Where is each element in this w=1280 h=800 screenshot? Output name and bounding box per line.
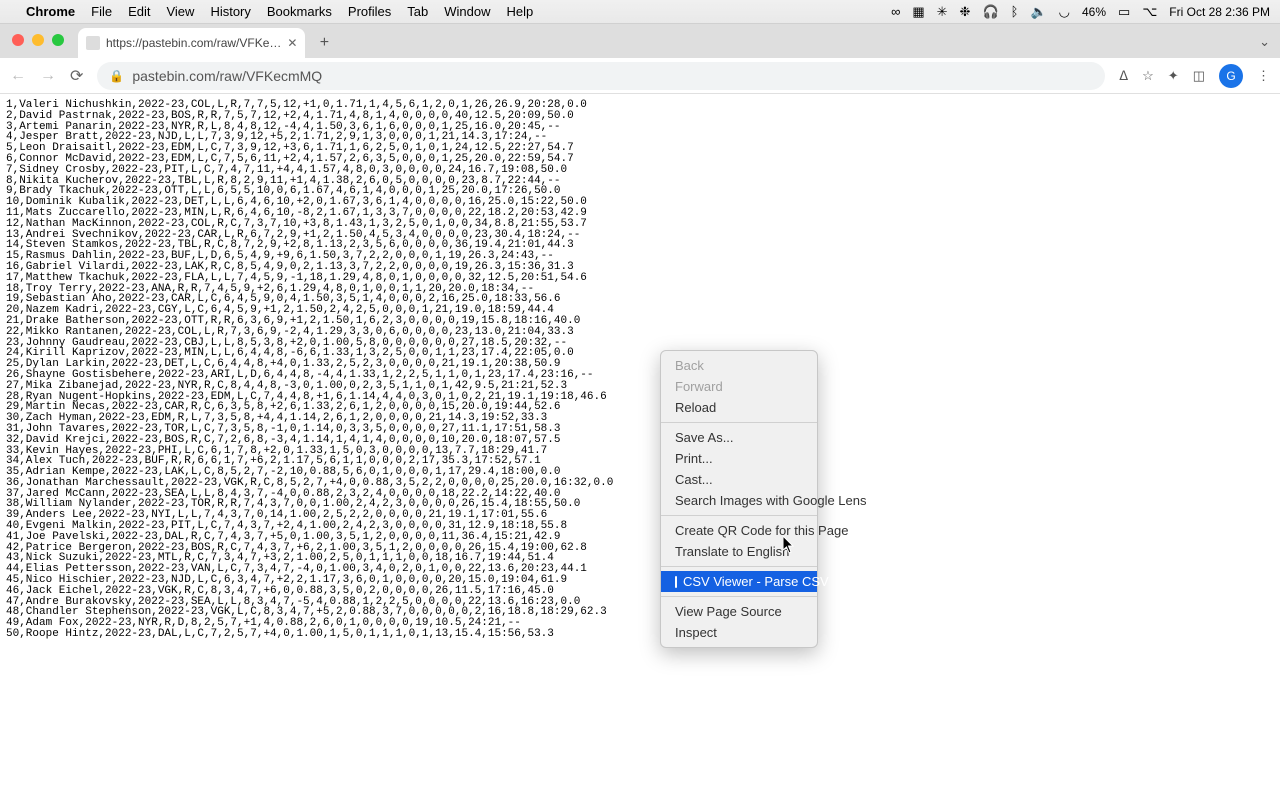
context-back[interactable]: Back bbox=[661, 355, 817, 376]
context-csv-viewer-label: CSV Viewer - Parse CSV bbox=[683, 574, 829, 589]
tab-overflow-icon[interactable]: ⌄ bbox=[1259, 34, 1270, 50]
browser-tab[interactable]: https://pastebin.com/raw/VFKe… ✕ bbox=[78, 28, 305, 58]
new-tab-button[interactable]: + bbox=[311, 30, 337, 56]
lock-icon: 🔒 bbox=[109, 69, 124, 83]
context-separator bbox=[661, 596, 817, 597]
extension-icon bbox=[675, 576, 677, 588]
grid-icon[interactable]: ▦ bbox=[912, 4, 924, 20]
tab-favicon bbox=[86, 36, 100, 50]
tab-close-icon[interactable]: ✕ bbox=[287, 36, 297, 50]
menubar-history[interactable]: History bbox=[210, 4, 250, 19]
control-center-icon[interactable]: ⌥ bbox=[1142, 4, 1157, 20]
chrome-menu-icon[interactable]: ⋮ bbox=[1257, 68, 1270, 84]
context-search-images[interactable]: Search Images with Google Lens bbox=[661, 490, 817, 511]
menubar-bookmarks[interactable]: Bookmarks bbox=[267, 4, 332, 19]
context-inspect[interactable]: Inspect bbox=[661, 622, 817, 643]
context-cast[interactable]: Cast... bbox=[661, 469, 817, 490]
context-csv-viewer[interactable]: CSV Viewer - Parse CSV bbox=[661, 571, 817, 592]
context-view-source[interactable]: View Page Source bbox=[661, 601, 817, 622]
settings-gear-icon[interactable]: ✳ bbox=[937, 4, 948, 20]
sidepanel-icon[interactable]: ◫ bbox=[1193, 68, 1205, 84]
context-separator bbox=[661, 515, 817, 516]
window-close-button[interactable] bbox=[12, 34, 24, 46]
context-forward[interactable]: Forward bbox=[661, 376, 817, 397]
window-controls bbox=[12, 34, 64, 46]
csv-text: 1,Valeri Nichushkin,2022-23,COL,L,R,7,7,… bbox=[0, 94, 1280, 646]
context-save-as[interactable]: Save As... bbox=[661, 427, 817, 448]
volume-icon[interactable]: 🔈 bbox=[1030, 4, 1046, 20]
slack-icon[interactable]: ❉ bbox=[960, 4, 971, 20]
context-separator bbox=[661, 566, 817, 567]
tab-title: https://pastebin.com/raw/VFKe… bbox=[106, 36, 281, 50]
profile-avatar[interactable]: G bbox=[1219, 64, 1243, 88]
battery-icon[interactable]: ▭ bbox=[1118, 4, 1130, 20]
meta-icon[interactable]: ∞ bbox=[891, 4, 900, 19]
window-minimize-button[interactable] bbox=[32, 34, 44, 46]
menubar-profiles[interactable]: Profiles bbox=[348, 4, 391, 19]
context-qr-code[interactable]: Create QR Code for this Page bbox=[661, 520, 817, 541]
back-button[interactable]: ← bbox=[10, 67, 26, 85]
menubar-view[interactable]: View bbox=[166, 4, 194, 19]
context-translate[interactable]: Translate to English bbox=[661, 541, 817, 562]
share-icon[interactable]: ᐃ bbox=[1119, 68, 1128, 84]
menubar-edit[interactable]: Edit bbox=[128, 4, 150, 19]
window-maximize-button[interactable] bbox=[52, 34, 64, 46]
wifi-icon[interactable]: ◡ bbox=[1059, 4, 1070, 20]
menubar-file[interactable]: File bbox=[91, 4, 112, 19]
browser-tabstrip: https://pastebin.com/raw/VFKe… ✕ + ⌄ bbox=[0, 24, 1280, 58]
menubar-window[interactable]: Window bbox=[444, 4, 490, 19]
macos-menubar: Chrome File Edit View History Bookmarks … bbox=[0, 0, 1280, 24]
reload-button[interactable]: ⟳ bbox=[70, 66, 83, 86]
avatar-initial: G bbox=[1226, 69, 1235, 83]
menubar-app-name[interactable]: Chrome bbox=[26, 4, 75, 19]
headphones-icon[interactable]: 🎧 bbox=[982, 4, 998, 20]
menubar-tab[interactable]: Tab bbox=[407, 4, 428, 19]
menubar-datetime[interactable]: Fri Oct 28 2:36 PM bbox=[1169, 5, 1270, 19]
context-print[interactable]: Print... bbox=[661, 448, 817, 469]
page-content: 1,Valeri Nichushkin,2022-23,COL,L,R,7,7,… bbox=[0, 94, 1280, 800]
address-bar[interactable]: 🔒 pastebin.com/raw/VFKecmMQ bbox=[97, 62, 1105, 90]
bookmark-star-icon[interactable]: ☆ bbox=[1142, 68, 1154, 84]
address-url: pastebin.com/raw/VFKecmMQ bbox=[132, 68, 322, 84]
context-separator bbox=[661, 422, 817, 423]
extensions-icon[interactable]: ✦ bbox=[1168, 68, 1179, 84]
forward-button[interactable]: → bbox=[40, 67, 56, 85]
browser-toolbar: ← → ⟳ 🔒 pastebin.com/raw/VFKecmMQ ᐃ ☆ ✦ … bbox=[0, 58, 1280, 94]
context-menu: Back Forward Reload Save As... Print... … bbox=[660, 350, 818, 648]
menubar-help[interactable]: Help bbox=[507, 4, 534, 19]
context-reload[interactable]: Reload bbox=[661, 397, 817, 418]
bluetooth-icon[interactable]: ᛒ bbox=[1011, 4, 1019, 19]
battery-percent[interactable]: 46% bbox=[1082, 5, 1106, 19]
